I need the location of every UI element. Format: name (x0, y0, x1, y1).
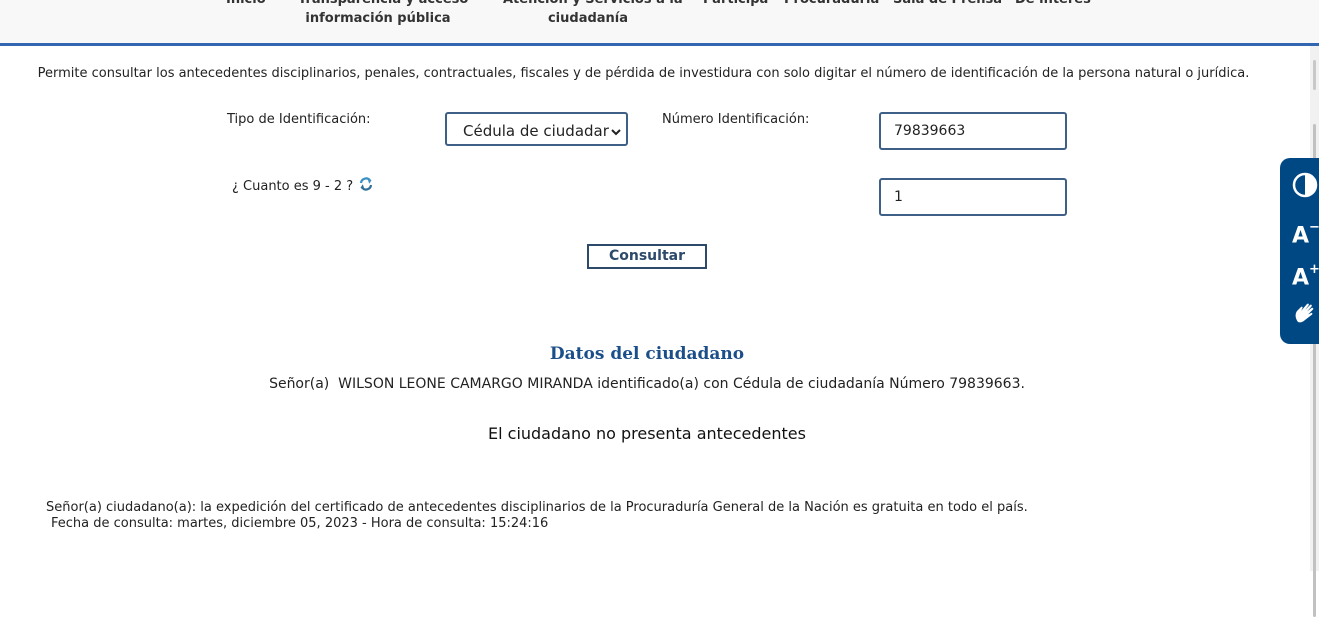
nav-item-label: Transparencia y acceso (298, 0, 468, 9)
id-type-label: Tipo de Identificación: (227, 112, 371, 127)
nav-item-de-interes[interactable]: De interés (1015, 0, 1091, 9)
plus-icon: + (1309, 262, 1319, 277)
nav-item-sala-de-prensa[interactable]: Sala de Prensa (893, 0, 1002, 9)
contrast-button[interactable] (1292, 172, 1319, 202)
intro-text: Permite consultar los antecedentes disci… (37, 66, 1250, 81)
nav-item-label: ciudadanía (547, 11, 629, 26)
captcha-answer-input[interactable] (879, 178, 1067, 216)
nav-item-procuraduria[interactable]: Procuraduría (784, 0, 879, 9)
contrast-icon (1292, 172, 1319, 198)
captcha-question: ¿ Cuanto es 9 - 2 ? (232, 179, 354, 194)
nav-item-label: Sala de Prensa (893, 0, 1002, 9)
citizen-data-title: Datos del ciudadano (549, 344, 745, 364)
citizen-identification-text: Señor(a) WILSON LEONE CAMARGO MIRANDA id… (269, 376, 1025, 392)
decrease-font-label: A (1292, 223, 1310, 249)
query-timestamp: Fecha de consulta: martes, diciembre 05,… (51, 516, 549, 531)
consultar-button[interactable]: Consultar (587, 244, 707, 269)
antecedents-status: El ciudadano no presenta antecedentes (488, 424, 806, 443)
increase-font-label: A (1292, 265, 1310, 291)
nav-item-inicio[interactable]: Inicio (226, 0, 266, 9)
nav-item-label: Participa (703, 0, 768, 9)
nav-item-atencion[interactable]: Atención y Servicios a la ciudadanía (503, 0, 683, 28)
sign-language-button[interactable] (1292, 298, 1319, 328)
id-number-label: Número Identificación: (662, 112, 810, 127)
nav-item-label: De interés (1015, 0, 1091, 9)
id-type-select[interactable]: Cédula de ciudadar (445, 112, 628, 146)
accessibility-bar: A− A+ (1280, 158, 1319, 344)
nav-item-label: Inicio (226, 0, 266, 9)
scrollbar-track-mark (1313, 60, 1316, 90)
nav-item-participa[interactable]: Participa (703, 0, 768, 9)
chevron-down-icon (610, 123, 622, 142)
id-type-selected-value: Cédula de ciudadar (463, 122, 609, 140)
top-navigation: Inicio Transparencia y acceso informació… (0, 0, 1319, 46)
minus-icon: − (1309, 220, 1319, 235)
nav-item-label: Procuraduría (784, 0, 879, 9)
increase-font-button[interactable]: A+ (1292, 258, 1319, 291)
nav-item-transparencia[interactable]: Transparencia y acceso información públi… (298, 0, 468, 28)
id-number-input[interactable] (879, 112, 1067, 150)
free-certificate-note: Señor(a) ciudadano(a): la expedición del… (46, 500, 1028, 515)
hand-icon (1292, 298, 1319, 326)
refresh-captcha-icon[interactable] (358, 176, 374, 192)
nav-item-label: información pública (305, 11, 451, 26)
nav-item-label: Atención y Servicios a la (503, 0, 683, 9)
decrease-font-button[interactable]: A− (1292, 216, 1319, 249)
